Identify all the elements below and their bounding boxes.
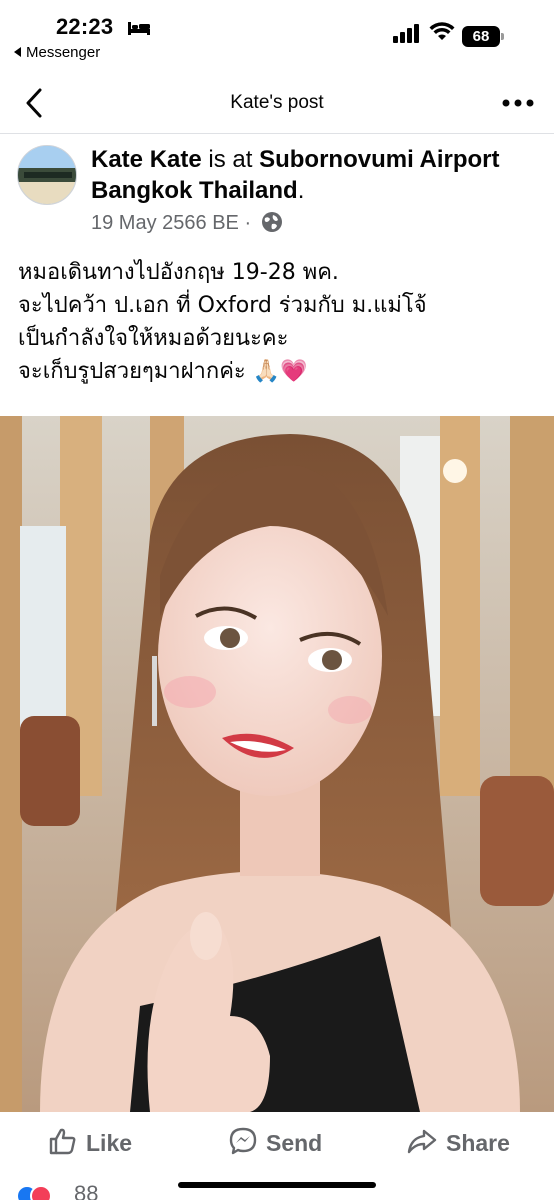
more-horizontal-icon[interactable] xyxy=(502,99,534,107)
post-photo[interactable] xyxy=(0,416,554,1112)
post-header-bar: Kate's post xyxy=(0,72,554,134)
home-indicator[interactable] xyxy=(178,1182,376,1188)
messenger-icon xyxy=(229,1127,257,1155)
share-button[interactable]: Share xyxy=(406,1126,510,1157)
back-app-label: Messenger xyxy=(26,44,101,61)
wifi-icon xyxy=(429,22,455,40)
share-arrow-icon xyxy=(407,1129,437,1154)
check-in-connector: is at xyxy=(201,146,260,173)
battery-level: 68 xyxy=(462,26,500,47)
battery-icon: 68 xyxy=(462,26,504,47)
post-body: หมอเดินทางไปอังกฤษ 19-28 พค. จะไปคว้า ป.… xyxy=(18,256,548,388)
like-button[interactable]: Like xyxy=(48,1126,132,1157)
avatar-image xyxy=(18,146,76,204)
reaction-summary[interactable]: 88 xyxy=(16,1181,98,1200)
status-bar: 22:23 Messenger 68 xyxy=(0,0,554,70)
love-reaction-icon xyxy=(30,1185,52,1200)
selfie-photo-illustration xyxy=(0,416,554,1112)
post-text-line: จะไปคว้า ป.เอก ที่ Oxford ร่วมกับ ม.แม่โ… xyxy=(18,293,427,318)
meta-separator: · xyxy=(244,212,252,234)
post-meta: 19 May 2566 BE · xyxy=(91,211,283,235)
post-date[interactable]: 19 May 2566 BE xyxy=(91,212,239,234)
thumbs-up-icon xyxy=(49,1128,76,1155)
bed-icon xyxy=(128,22,150,35)
post-text-line: จะเก็บรูปสวยๆมาฝากค่ะ 🙏🏻💗 xyxy=(18,359,308,384)
like-label: Like xyxy=(86,1130,133,1156)
avatar[interactable] xyxy=(17,145,77,205)
page-title: Kate's post xyxy=(230,92,324,113)
post-text-line: เป็นกำลังใจให้หมอด้วยนะคะ xyxy=(18,326,289,351)
author-name-link[interactable]: Kate Kate xyxy=(91,146,202,173)
post-text-line: หมอเดินทางไปอังกฤษ 19-28 พค. xyxy=(18,260,339,285)
post-action-bar: Like Send Share xyxy=(0,1112,554,1170)
reaction-count: 88 xyxy=(74,1181,99,1200)
cellular-signal-icon xyxy=(393,24,419,43)
send-button[interactable]: Send xyxy=(228,1126,322,1157)
back-triangle-icon xyxy=(14,47,21,57)
post-author-line: Kate Kate is at Subornovumi Airport Bang… xyxy=(91,146,500,204)
back-to-messenger-link[interactable]: Messenger xyxy=(14,44,100,61)
send-label: Send xyxy=(266,1130,323,1156)
clock: 22:23 xyxy=(56,14,114,39)
share-label: Share xyxy=(446,1130,510,1156)
globe-icon xyxy=(261,212,282,232)
